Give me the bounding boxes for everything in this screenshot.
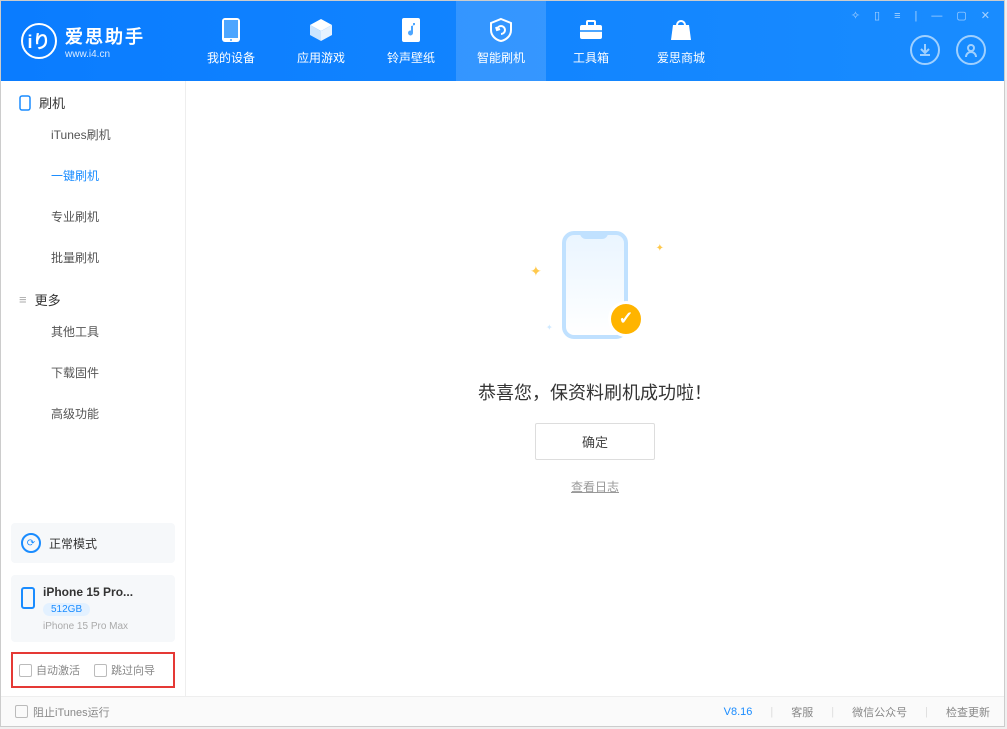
- check-update-link[interactable]: 检查更新: [946, 704, 990, 720]
- sidebar-item-other-tools[interactable]: 其他工具: [1, 311, 185, 352]
- device-model: iPhone 15 Pro Max: [43, 621, 133, 632]
- checkbox-block-itunes[interactable]: 阻止iTunes运行: [15, 704, 110, 720]
- menu-icon[interactable]: ≡: [890, 8, 904, 24]
- bag-icon: [668, 17, 694, 43]
- divider: |: [911, 8, 922, 24]
- sidebar-group-flash: 刷机: [1, 81, 185, 114]
- maximize-icon[interactable]: ▢: [952, 7, 970, 24]
- top-nav: 我的设备 应用游戏 铃声壁纸 智能刷机 工具箱 爱思商城: [186, 1, 726, 81]
- nav-apps-games[interactable]: 应用游戏: [276, 1, 366, 81]
- main-content: ✦ ✦ ✦ ✓ 恭喜您，保资料刷机成功啦！ 确定 查看日志: [186, 81, 1004, 696]
- sparkle-icon: ✦: [656, 243, 664, 254]
- nav-label: 应用游戏: [297, 49, 345, 66]
- mode-card[interactable]: ⟳ 正常模式: [11, 523, 175, 563]
- music-icon: [398, 17, 424, 43]
- minimize-icon[interactable]: —: [927, 8, 946, 24]
- phone-mini-icon[interactable]: ▯: [870, 7, 884, 24]
- checkbox-skip-wizard[interactable]: 跳过向导: [94, 662, 155, 678]
- sidebar: 刷机 iTunes刷机 一键刷机 专业刷机 批量刷机 ≡ 更多 其他工具 下载固…: [1, 81, 186, 696]
- window-controls: ✧ ▯ ≡ | — ▢ ✕: [847, 7, 994, 24]
- sidebar-item-download-firmware[interactable]: 下载固件: [1, 352, 185, 393]
- header: iり 爱思助手 www.i4.cn 我的设备 应用游戏 铃声壁纸 智能刷机: [1, 1, 1004, 81]
- nav-label: 铃声壁纸: [387, 49, 435, 66]
- phone-outline-icon: [19, 95, 31, 111]
- highlighted-options: 自动激活 跳过向导: [11, 652, 175, 688]
- illustration-notch: [580, 231, 608, 239]
- nav-my-device[interactable]: 我的设备: [186, 1, 276, 81]
- sidebar-item-pro-flash[interactable]: 专业刷机: [1, 196, 185, 237]
- app-subtitle: www.i4.cn: [65, 49, 145, 60]
- toolbox-icon: [578, 17, 604, 43]
- logo-icon: iり: [21, 23, 57, 59]
- cube-icon: [308, 17, 334, 43]
- refresh-shield-icon: [488, 17, 514, 43]
- device-name: iPhone 15 Pro...: [43, 585, 133, 599]
- sidebar-item-one-click-flash[interactable]: 一键刷机: [1, 155, 185, 196]
- nav-ringtones[interactable]: 铃声壁纸: [366, 1, 456, 81]
- nav-label: 爱思商城: [657, 49, 705, 66]
- app-title: 爱思助手: [65, 23, 145, 49]
- phone-icon: [218, 17, 244, 43]
- device-phone-icon: [21, 587, 35, 609]
- download-button[interactable]: [910, 35, 940, 65]
- support-link[interactable]: 客服: [791, 704, 813, 720]
- sidebar-item-advanced[interactable]: 高级功能: [1, 393, 185, 434]
- sidebar-item-batch-flash[interactable]: 批量刷机: [1, 237, 185, 278]
- user-button[interactable]: [956, 35, 986, 65]
- nav-label: 智能刷机: [477, 49, 525, 66]
- sidebar-group-more: ≡ 更多: [1, 278, 185, 311]
- logo-area: iり 爱思助手 www.i4.cn: [1, 23, 186, 60]
- nav-smart-flash[interactable]: 智能刷机: [456, 1, 546, 81]
- footer: 阻止iTunes运行 V8.16 | 客服 | 微信公众号 | 检查更新: [1, 696, 1004, 726]
- checkbox-box-icon: [15, 705, 28, 718]
- device-card[interactable]: iPhone 15 Pro... 512GB iPhone 15 Pro Max: [11, 575, 175, 642]
- view-log-link[interactable]: 查看日志: [571, 478, 619, 495]
- device-storage: 512GB: [43, 603, 90, 616]
- success-message: 恭喜您，保资料刷机成功啦！: [478, 379, 712, 405]
- confirm-button[interactable]: 确定: [535, 423, 655, 460]
- check-badge-icon: ✓: [608, 301, 644, 337]
- nav-store[interactable]: 爱思商城: [636, 1, 726, 81]
- checkbox-box-icon: [94, 664, 107, 677]
- nav-toolbox[interactable]: 工具箱: [546, 1, 636, 81]
- checkbox-box-icon: [19, 664, 32, 677]
- skin-icon[interactable]: ✧: [847, 7, 864, 24]
- version-label: V8.16: [724, 706, 753, 718]
- sparkle-icon: ✦: [530, 263, 542, 280]
- nav-label: 工具箱: [573, 49, 609, 66]
- success-illustration: ✦ ✦ ✦ ✓: [520, 223, 670, 353]
- wechat-link[interactable]: 微信公众号: [852, 704, 907, 720]
- nav-label: 我的设备: [207, 49, 255, 66]
- close-icon[interactable]: ✕: [977, 7, 994, 24]
- checkbox-auto-activate[interactable]: 自动激活: [19, 662, 80, 678]
- mode-label: 正常模式: [49, 535, 97, 552]
- sparkle-icon: ✦: [546, 323, 553, 332]
- more-icon: ≡: [19, 292, 27, 307]
- refresh-icon: ⟳: [21, 533, 41, 553]
- sidebar-item-itunes-flash[interactable]: iTunes刷机: [1, 114, 185, 155]
